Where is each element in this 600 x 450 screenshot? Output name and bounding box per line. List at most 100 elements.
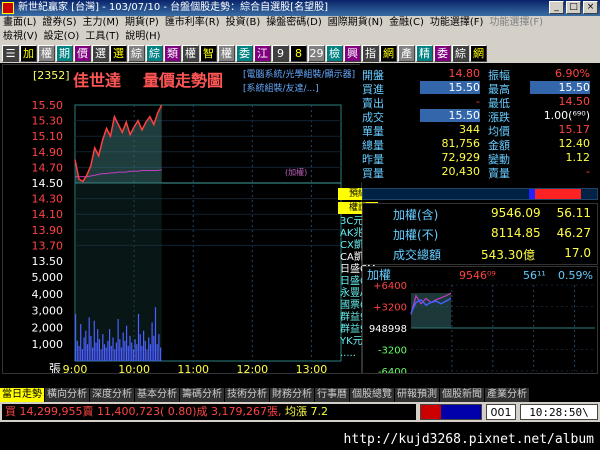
mini-percent: 0.59% — [558, 269, 593, 282]
volume-bar — [148, 337, 150, 361]
tab-6[interactable]: 財務分析 — [270, 388, 315, 402]
toolbar-button-13[interactable]: 委 — [236, 45, 253, 62]
index-w-change: 56.11 — [556, 206, 591, 220]
toolbar-button-9[interactable]: 類 — [164, 45, 181, 62]
watermark-url: http://kujd3268.pixnet.net/album — [0, 430, 600, 450]
stock-name: 佳世達 — [73, 71, 122, 90]
toolbar-button-21[interactable]: 網 — [380, 45, 397, 62]
tab-3[interactable]: 基本分析 — [135, 388, 180, 402]
volume-bar — [156, 344, 158, 361]
toolbar-button-17[interactable]: 29 — [308, 45, 325, 62]
mini-tick-label: -3200 — [378, 346, 407, 357]
volume-bar — [83, 337, 85, 361]
tab-8[interactable]: 個股總覽 — [350, 388, 395, 402]
toolbar-button-3[interactable]: 期 — [56, 45, 73, 62]
volume-bar — [105, 347, 107, 361]
minimize-button[interactable]: _ — [549, 1, 564, 14]
tab-7[interactable]: 行事曆 — [315, 388, 350, 402]
toolbar-button-14[interactable]: 江 — [254, 45, 271, 62]
group-line-1[interactable]: [電腦系統/光學組裝/顯示器] — [243, 68, 355, 82]
toolbar-button-22[interactable]: 產 — [398, 45, 415, 62]
window-title-bar: 新世紀贏家 [台灣] - 103/07/10 - 台盤個股走勢：綜合自選股[名望… — [0, 0, 600, 16]
menu-item-help[interactable]: 說明(H) — [122, 30, 163, 44]
toolbar-button-25[interactable]: 綜 — [452, 45, 469, 62]
volume-unit-label: 張 — [49, 362, 61, 373]
toolbar-button-6[interactable]: 選 — [110, 45, 127, 62]
volume-bar — [154, 307, 157, 361]
price-tick-label: 14.90 — [32, 146, 64, 159]
price-tick-label: 14.50 — [32, 177, 64, 190]
tab-0[interactable]: 當日走勢 — [0, 388, 45, 402]
bid-strength-fill — [529, 189, 535, 199]
volume-bar — [153, 335, 155, 361]
mini-value: 9546⁰⁹ — [459, 269, 496, 282]
chart-title: 量價走勢圖 — [143, 71, 224, 90]
volume-bar — [110, 345, 112, 361]
menu-item-finance[interactable]: 金融(C) — [386, 16, 427, 30]
toolbar-button-16[interactable]: 8 — [290, 45, 307, 62]
sellq-value: - — [586, 165, 590, 178]
turnover-label: 成交總額 — [393, 248, 442, 262]
tab-10[interactable]: 個股新聞 — [440, 388, 485, 402]
menu-item-intl-futures[interactable]: 國際期貨(N) — [325, 16, 386, 30]
turnover-value: 543.30億 — [481, 248, 535, 262]
volume-bar — [98, 339, 100, 361]
main-menu-bar: 畫面(L) 證券(S) 主力(M) 期貨(P) 匯市利率(R) 投資(B) 操盤… — [0, 16, 600, 30]
price-volume-chart: 15.50 15.30 15.10 14.90 14.70 14.50 14.30 14.10… — [2, 64, 362, 374]
toolbar-button-4[interactable]: 價 — [74, 45, 91, 62]
menu-item-fx-rates[interactable]: 匯市利率(R) — [162, 16, 223, 30]
high-value: 15.50 — [530, 81, 590, 94]
menu-item-tools[interactable]: 工具(T) — [82, 30, 122, 44]
volume-bar — [85, 330, 87, 361]
toolbar-button-5[interactable]: 選 — [92, 45, 109, 62]
tab-2[interactable]: 深度分析 — [90, 388, 135, 402]
tab-4[interactable]: 籌碼分析 — [180, 388, 225, 402]
menu-item-trade-code[interactable]: 操盤密碼(D) — [263, 16, 325, 30]
tab-11[interactable]: 產業分析 — [485, 388, 530, 402]
tab-5[interactable]: 技術分析 — [225, 388, 270, 402]
toolbar-button-8[interactable]: 綜 — [146, 45, 163, 62]
toolbar-button-20[interactable]: 指 — [362, 45, 379, 62]
toolbar-button-1[interactable]: 加 — [20, 45, 37, 62]
group-line-2[interactable]: [系統組裝/友達/...] — [243, 82, 355, 96]
menu-item-main-force[interactable]: 主力(M) — [80, 16, 122, 30]
volume-bar — [100, 349, 102, 361]
volume-bar — [151, 322, 153, 361]
toolbar-button-26[interactable]: 網 — [470, 45, 487, 62]
toolbar-button-15[interactable]: 9 — [272, 45, 289, 62]
maximize-button[interactable]: □ — [566, 1, 581, 14]
close-button[interactable]: × — [583, 1, 598, 14]
volume-bar — [81, 349, 83, 361]
index-wn-change: 46.27 — [556, 226, 591, 240]
toolbar-button-24[interactable]: 委 — [434, 45, 451, 62]
toolbar-button-2[interactable]: 權 — [38, 45, 55, 62]
menu-item-futures[interactable]: 期貨(P) — [122, 16, 162, 30]
tab-9[interactable]: 研報預測 — [395, 388, 440, 402]
toolbar-button-19[interactable]: 興 — [344, 45, 361, 62]
toolbar-button-18[interactable]: 檢 — [326, 45, 343, 62]
toolbar-button-7[interactable]: 綜 — [128, 45, 145, 62]
menu-item-investment[interactable]: 投資(B) — [223, 16, 264, 30]
menu-item-securities[interactable]: 證券(S) — [39, 16, 79, 30]
menu-item-function-select[interactable]: 功能選擇(F) — [427, 16, 487, 30]
toolbar-button-12[interactable]: 權 — [218, 45, 235, 62]
toolbar-button-23[interactable]: 精 — [416, 45, 433, 62]
index-wn-value: 8114.85 — [491, 226, 541, 240]
index-panel: 加權(含) 9546.09 56.11 加權(不) 8114.85 46.27 … — [362, 203, 598, 265]
volume-bar — [88, 317, 90, 361]
tab-1[interactable]: 橫向分析 — [45, 388, 90, 402]
toolbar-button-11[interactable]: 智 — [200, 45, 217, 62]
price-tick-label: 15.30 — [32, 115, 64, 128]
industry-groups[interactable]: [電腦系統/光學組裝/顯示器] [系統組裝/友達/...] — [243, 68, 355, 96]
menu-item-view[interactable]: 檢視(V) — [0, 30, 41, 44]
mini-label: 加權 — [367, 268, 391, 282]
page-number-field[interactable]: 001 — [486, 404, 516, 420]
menu-item-screen[interactable]: 畫面(L) — [0, 16, 39, 30]
ticker-buy-sell: 買 14,299,955賣 11,400,723( 0.80)成 3,179,2… — [5, 405, 282, 418]
ticker-avg-up: 均漲 7.2 — [281, 405, 329, 418]
index-mini-chart: 加權 9546⁰⁹ 56¹¹ 0.59% +6400 +3200 948998 -3200 -6… — [362, 266, 598, 378]
page-indicator[interactable] — [420, 404, 482, 420]
toolbar-button-0[interactable]: ☰ — [2, 45, 19, 62]
menu-item-settings[interactable]: 設定(O) — [41, 30, 83, 44]
toolbar-button-10[interactable]: 權 — [182, 45, 199, 62]
